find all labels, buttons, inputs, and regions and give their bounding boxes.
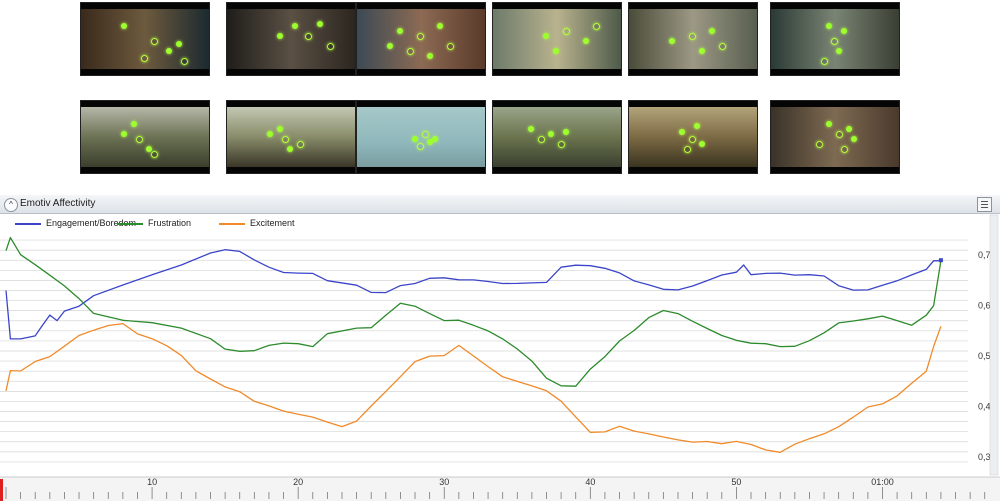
- gaze-point: [669, 38, 675, 44]
- video-thumbnail-12[interactable]: [770, 100, 900, 174]
- gaze-point: [407, 48, 414, 55]
- gaze-point: [826, 121, 832, 127]
- video-thumbnail-3[interactable]: [356, 2, 486, 76]
- gaze-point: [412, 136, 418, 142]
- gaze-point: [719, 43, 726, 50]
- emotiv-affectivity-panel: ^ Emotiv Affectivity Engagement/Boredom F…: [0, 195, 1000, 501]
- gaze-point: [432, 136, 438, 142]
- gaze-point: [846, 126, 852, 132]
- gaze-point: [297, 141, 304, 148]
- y-tick-label: 0,7: [978, 250, 991, 260]
- gaze-point: [397, 28, 403, 34]
- gaze-point: [543, 33, 549, 39]
- gaze-point: [422, 131, 429, 138]
- gaze-point: [689, 136, 696, 143]
- gaze-point: [851, 136, 857, 142]
- video-thumbnail-10[interactable]: [492, 100, 622, 174]
- gaze-point: [437, 23, 443, 29]
- affectivity-line-chart: 0,3 0,4 0,5 0,6 0,7 10 20 30 40 50 01:00: [0, 214, 1000, 501]
- y-tick-label: 0,3: [978, 452, 991, 462]
- x-tick-label: 01:00: [871, 477, 894, 487]
- gaze-point: [709, 28, 715, 34]
- y-tick-label: 0,5: [978, 351, 991, 361]
- gaze-point: [528, 126, 534, 132]
- gaze-point: [563, 28, 570, 35]
- gaze-point: [553, 48, 559, 54]
- playhead-handle[interactable]: [0, 479, 3, 501]
- gaze-point: [387, 43, 393, 49]
- gaze-point: [689, 33, 696, 40]
- gaze-point: [831, 38, 838, 45]
- gaze-point: [151, 38, 158, 45]
- gaze-point: [548, 131, 554, 137]
- series-line-excitement: [5, 322, 942, 453]
- gaze-point: [684, 146, 691, 153]
- video-thumbnail-9[interactable]: [356, 100, 486, 174]
- gaze-point: [417, 143, 424, 150]
- series-end-marker: [938, 258, 943, 263]
- gaze-point: [131, 121, 137, 127]
- gaze-point: [151, 151, 158, 158]
- y-tick-label: 0,4: [978, 401, 991, 411]
- gaze-point: [166, 48, 172, 54]
- gaze-point: [181, 58, 188, 65]
- gaze-point: [176, 41, 182, 47]
- video-thumbnail-1[interactable]: [80, 2, 210, 76]
- video-thumbnail-5[interactable]: [628, 2, 758, 76]
- gaze-point: [699, 48, 705, 54]
- gaze-point: [816, 141, 823, 148]
- x-tick-label: 50: [731, 477, 741, 487]
- x-tick-label: 20: [293, 477, 303, 487]
- gaze-point: [538, 136, 545, 143]
- gaze-point: [841, 146, 848, 153]
- gaze-point: [417, 33, 424, 40]
- gaze-point: [583, 38, 589, 44]
- x-tick-label: 40: [585, 477, 595, 487]
- video-thumbnail-4[interactable]: [492, 2, 622, 76]
- gaze-point: [267, 131, 273, 137]
- gaze-point: [447, 43, 454, 50]
- gaze-point: [679, 129, 685, 135]
- x-tick-label: 30: [439, 477, 449, 487]
- gaze-point: [836, 48, 842, 54]
- gaze-point: [699, 141, 705, 147]
- gaze-point: [563, 129, 569, 135]
- gaze-point: [427, 53, 433, 59]
- gaze-point: [836, 131, 843, 138]
- gaze-point: [287, 146, 293, 152]
- gaze-point: [327, 43, 334, 50]
- gaze-point: [694, 123, 700, 129]
- gaze-point: [136, 136, 143, 143]
- video-thumbnail-2[interactable]: [226, 2, 356, 76]
- gaze-point: [593, 23, 600, 30]
- gaze-point: [841, 28, 847, 34]
- gaze-point: [826, 23, 832, 29]
- gaze-point: [305, 33, 312, 40]
- gaze-point: [821, 58, 828, 65]
- video-thumbnail-6[interactable]: [770, 2, 900, 76]
- video-thumbnail-8[interactable]: [226, 100, 356, 174]
- video-thumbnail-7[interactable]: [80, 100, 210, 174]
- gaze-point: [558, 141, 565, 148]
- video-thumbnail-11[interactable]: [628, 100, 758, 174]
- gaze-point: [277, 33, 283, 39]
- x-tick-label: 10: [147, 477, 157, 487]
- gaze-point: [121, 131, 127, 137]
- gaze-point: [282, 136, 289, 143]
- gaze-point: [141, 55, 148, 62]
- gaze-point: [317, 21, 323, 27]
- gaze-point: [277, 126, 283, 132]
- gaze-point: [121, 23, 127, 29]
- y-tick-label: 0,6: [978, 301, 991, 311]
- gaze-point: [292, 23, 298, 29]
- vertical-scrollbar[interactable]: [989, 214, 999, 476]
